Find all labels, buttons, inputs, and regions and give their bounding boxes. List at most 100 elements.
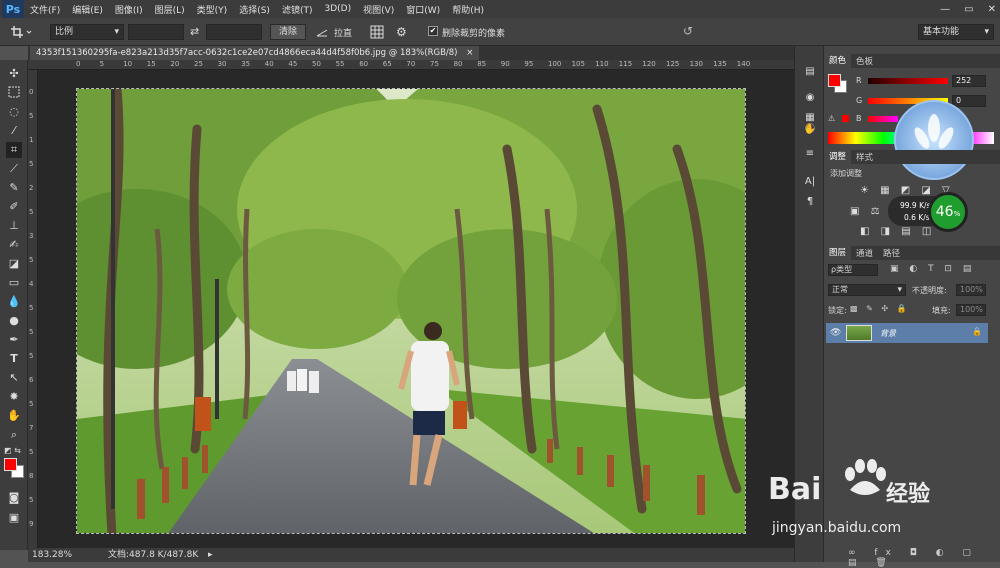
menu-type[interactable]: 类型(Y) bbox=[191, 3, 234, 16]
adjustment-icons-row-3[interactable]: ◧ ◨ ▤ ◫ bbox=[860, 226, 935, 237]
fill-input[interactable]: 100% bbox=[956, 304, 986, 316]
quick-mask-icon[interactable]: ◙ bbox=[6, 490, 22, 506]
layer-visibility-eye-icon[interactable]: 👁 bbox=[830, 328, 841, 338]
layer-filter-select[interactable]: ρ类型 bbox=[828, 264, 878, 276]
width-input[interactable] bbox=[128, 24, 184, 40]
photo-canvas[interactable] bbox=[76, 88, 746, 534]
tab-paths[interactable]: 路径 bbox=[878, 247, 905, 259]
menu-window[interactable]: 窗口(W) bbox=[400, 3, 446, 16]
healing-brush-tool-icon[interactable]: ✎ bbox=[6, 180, 22, 196]
zoom-level[interactable]: 183.28% bbox=[32, 548, 72, 562]
menu-3d[interactable]: 3D(D) bbox=[318, 4, 357, 14]
eraser-tool-icon[interactable]: ◪ bbox=[6, 256, 22, 272]
blend-mode-select[interactable]: 正常 ▾ bbox=[828, 284, 906, 296]
zoom-tool-icon[interactable]: ⌕ bbox=[6, 427, 22, 443]
ratio-select[interactable]: 比例 ▾ bbox=[50, 24, 124, 40]
channel-r-slider[interactable] bbox=[868, 78, 948, 84]
tab-color[interactable]: 颜色 bbox=[824, 54, 852, 68]
workspace-select[interactable]: 基本功能 ▾ bbox=[918, 24, 994, 40]
document-tab[interactable]: 4353f151360295fa-e823a213d35f7acc-0632c1… bbox=[30, 46, 480, 60]
tab-swatches[interactable]: 色板 bbox=[851, 55, 878, 67]
menu-layer[interactable]: 图层(L) bbox=[149, 3, 191, 16]
tool-presets-icon[interactable]: ≡ bbox=[802, 146, 818, 162]
crop-tool-icon[interactable]: ⌗ bbox=[6, 142, 22, 158]
straighten-icon[interactable] bbox=[316, 26, 328, 38]
ruler-left-tick: 2 bbox=[29, 184, 34, 192]
layer-row[interactable]: 👁 背景 🔒 bbox=[826, 323, 988, 343]
minimize-button[interactable]: — bbox=[940, 4, 950, 15]
gear-icon[interactable]: ⚙ bbox=[396, 25, 410, 39]
blur-tool-icon[interactable]: 💧 bbox=[6, 294, 22, 310]
tab-styles[interactable]: 样式 bbox=[851, 151, 878, 163]
ruler-left-tick: 5 bbox=[29, 448, 34, 456]
lock-icons[interactable]: ▩ ✎ ✣ 🔒 bbox=[850, 304, 910, 313]
menu-image[interactable]: 图像(I) bbox=[109, 3, 149, 16]
delete-cropped-checkbox[interactable]: ✔ bbox=[428, 26, 438, 36]
ruler-top-tick: 0 bbox=[76, 60, 81, 68]
brush-panel-icon[interactable]: ✋ bbox=[802, 122, 818, 138]
ruler-top-tick: 115 bbox=[618, 60, 633, 68]
ruler-left-tick: 6 bbox=[29, 376, 34, 384]
channel-r-value[interactable]: 252 bbox=[952, 75, 986, 87]
gamut-warning-icon[interactable]: ⚠ bbox=[828, 114, 835, 123]
history-panel-icon[interactable]: ▤ bbox=[802, 64, 818, 80]
hand-tool-icon[interactable]: ✋ bbox=[6, 408, 22, 424]
layer-filter-icons[interactable]: ▣ ◐ T ⊡ ▤ bbox=[890, 264, 975, 274]
gradient-tool-icon[interactable]: ▭ bbox=[6, 275, 22, 291]
grid-overlay-icon[interactable] bbox=[370, 25, 384, 39]
clone-stamp-tool-icon[interactable]: ⊥ bbox=[6, 218, 22, 234]
ruler-left-tick: 5 bbox=[29, 208, 34, 216]
menu-help[interactable]: 帮助(H) bbox=[446, 3, 490, 16]
close-button[interactable]: ✕ bbox=[988, 4, 996, 15]
layer-name[interactable]: 背景 bbox=[880, 328, 896, 339]
menu-edit[interactable]: 编辑(E) bbox=[66, 3, 109, 16]
adjust-panel-tabs: 调整 样式 bbox=[824, 150, 1000, 164]
ruler-left-tick: 5 bbox=[29, 160, 34, 168]
clear-button[interactable]: 清除 bbox=[270, 24, 306, 40]
ruler-top: 0 5 10 15 20 25 30 35 40 45 50 55 60 65 70 75 80 85 90 95 10… bbox=[28, 60, 794, 70]
opacity-input[interactable]: 100% bbox=[956, 284, 986, 296]
lasso-tool-icon[interactable]: ◌ bbox=[6, 104, 22, 120]
menu-file[interactable]: 文件(F) bbox=[24, 3, 66, 16]
restore-button[interactable]: ▭ bbox=[964, 4, 973, 15]
document-tab-bar: 4353f151360295fa-e823a213d35f7acc-0632c1… bbox=[28, 46, 794, 60]
shape-tool-icon[interactable]: ✸ bbox=[6, 389, 22, 405]
pen-tool-icon[interactable]: ✒ bbox=[6, 332, 22, 348]
height-input[interactable] bbox=[206, 24, 262, 40]
straighten-label[interactable]: 拉直 bbox=[334, 26, 352, 39]
move-tool-icon[interactable]: ✣ bbox=[6, 66, 22, 82]
dodge-tool-icon[interactable]: ● bbox=[6, 313, 22, 329]
character-panel-icon[interactable]: A| bbox=[802, 174, 818, 190]
path-select-tool-icon[interactable]: ↖ bbox=[6, 370, 22, 386]
ruler-top-tick: 120 bbox=[642, 60, 656, 68]
cpu-usage-badge: 46% bbox=[928, 192, 968, 232]
menu-filter[interactable]: 滤镜(T) bbox=[276, 3, 319, 16]
tab-layers[interactable]: 图层 bbox=[824, 246, 852, 260]
default-colors-icon[interactable]: ◩ ⇆ bbox=[4, 446, 21, 455]
actions-panel-icon[interactable]: ◉ bbox=[802, 90, 818, 106]
tab-channels[interactable]: 通道 bbox=[851, 247, 878, 259]
history-brush-tool-icon[interactable]: ✍ bbox=[6, 237, 22, 253]
quick-select-tool-icon[interactable]: ⁄ bbox=[6, 123, 22, 139]
color-panel-foreground[interactable] bbox=[828, 74, 841, 87]
tab-adjustments[interactable]: 调整 bbox=[824, 150, 852, 164]
status-menu-arrow-icon[interactable]: ▸ bbox=[208, 548, 213, 562]
floating-flower-badge[interactable] bbox=[894, 100, 974, 180]
brush-tool-icon[interactable]: ✐ bbox=[6, 199, 22, 215]
eyedropper-tool-icon[interactable]: ⟋ bbox=[6, 161, 22, 177]
canvas-area[interactable] bbox=[38, 70, 794, 548]
foreground-color-swatch[interactable] bbox=[4, 458, 17, 471]
menu-select[interactable]: 选择(S) bbox=[233, 3, 276, 16]
marquee-tool-icon[interactable] bbox=[6, 85, 22, 101]
paragraph-panel-icon[interactable]: ¶ bbox=[802, 194, 818, 210]
type-tool-icon[interactable]: T bbox=[6, 351, 22, 367]
screen-mode-icon[interactable]: ▣ bbox=[6, 510, 22, 526]
swap-icon[interactable]: ⇄ bbox=[190, 25, 199, 38]
reset-icon[interactable]: ↺ bbox=[683, 24, 697, 38]
channel-b-slider[interactable] bbox=[868, 116, 898, 122]
crop-icon[interactable] bbox=[10, 25, 32, 39]
close-tab-icon[interactable]: × bbox=[466, 48, 473, 58]
layers-bottom-toolbar[interactable]: ∞ fx ◘ ◐ ▢ ▤ 🗑 bbox=[848, 548, 1000, 568]
ruler-left-tick: 1 bbox=[29, 136, 34, 144]
menu-view[interactable]: 视图(V) bbox=[357, 3, 400, 16]
